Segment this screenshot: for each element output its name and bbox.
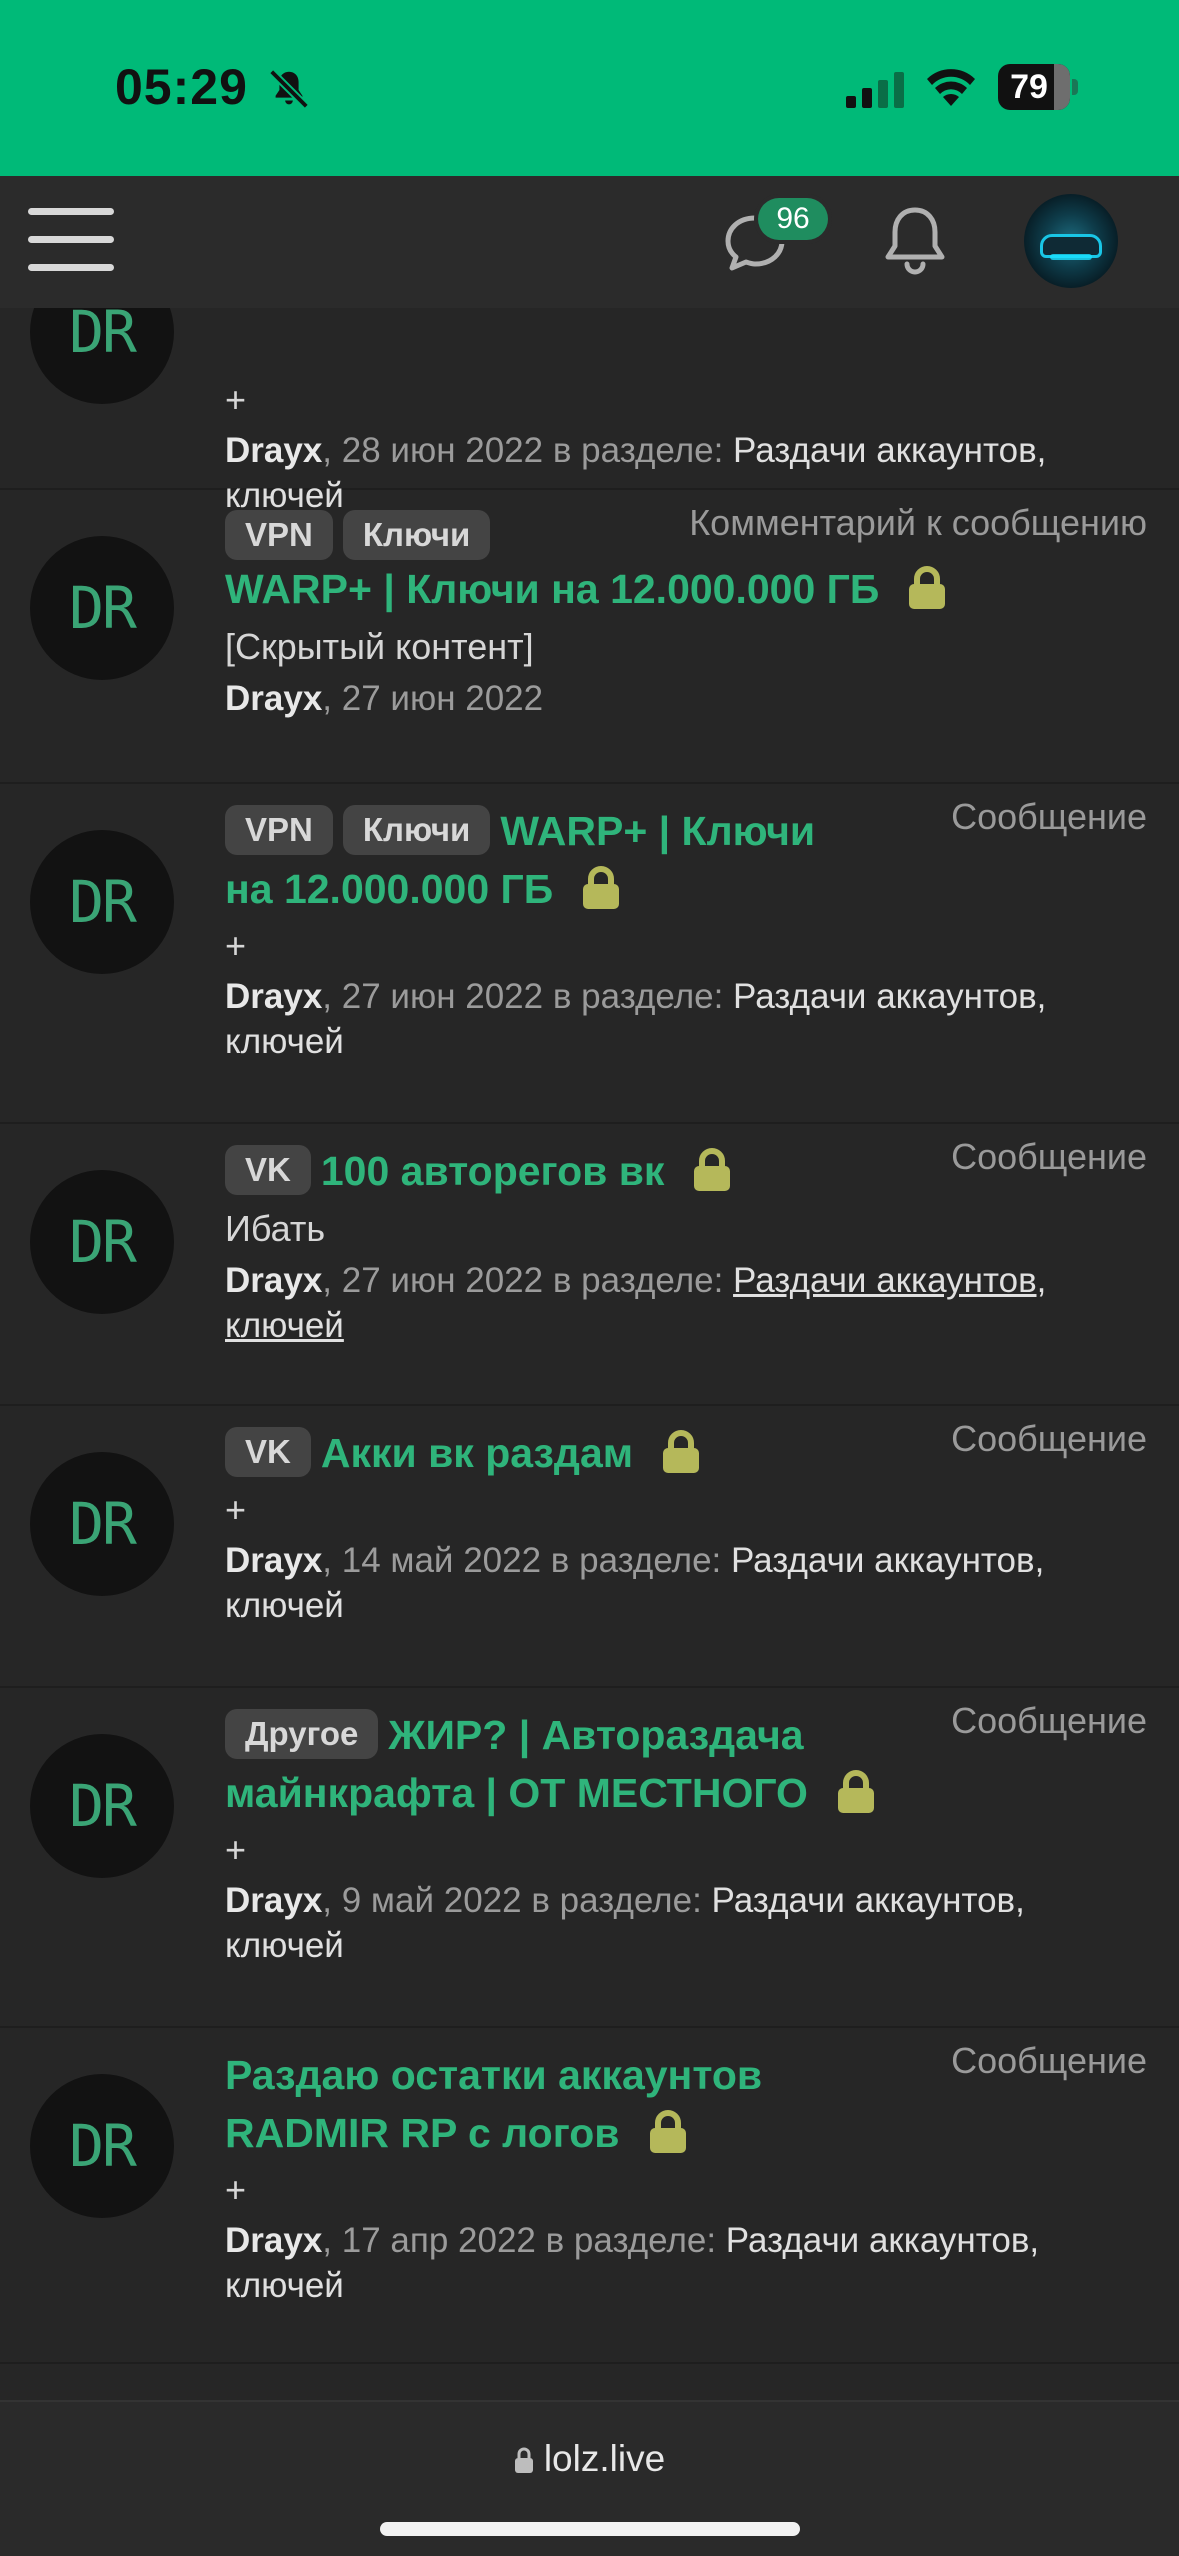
post-excerpt: + bbox=[225, 925, 247, 966]
tag-vpn[interactable]: VPN bbox=[225, 510, 333, 560]
home-indicator[interactable] bbox=[380, 2522, 800, 2536]
list-item[interactable]: DR Сообщение Раздаю остатки аккаунтов RA… bbox=[0, 2028, 1179, 2364]
author-name[interactable]: Drayx bbox=[225, 679, 322, 718]
thread-title-text[interactable]: WARP+ | Ключи bbox=[500, 808, 815, 854]
post-date: , 27 июн 2022 bbox=[322, 679, 544, 718]
lock-icon bbox=[583, 866, 620, 909]
tag-keys[interactable]: Ключи bbox=[342, 510, 491, 560]
post-date: , 27 июн 2022 в разделе: bbox=[322, 977, 734, 1016]
author-name[interactable]: Drayx bbox=[225, 1881, 322, 1920]
post-meta: Drayx, 17 апр 2022 в разделе: Раздачи ак… bbox=[225, 2218, 1145, 2308]
author-avatar[interactable]: DR bbox=[30, 308, 174, 404]
cellular-signal-icon bbox=[846, 72, 904, 108]
lock-icon bbox=[663, 1430, 700, 1473]
status-bar: 05:29 79 bbox=[0, 0, 1179, 176]
bell-off-icon bbox=[269, 69, 309, 109]
thread-title-link[interactable]: Другое ЖИР? | Автораздача майнкрафта | ОТ… bbox=[225, 1706, 1145, 1822]
author-avatar[interactable]: DR bbox=[30, 830, 174, 974]
tag-vk[interactable]: VK bbox=[225, 1427, 311, 1477]
notifications-bell-icon[interactable] bbox=[880, 202, 950, 278]
list-item[interactable]: DR Сообщение VK 100 авторегов вк Ибать Dr… bbox=[0, 1124, 1179, 1406]
post-meta: Drayx, 27 июн 2022 bbox=[225, 676, 1145, 721]
post-excerpt: + bbox=[225, 2169, 247, 2210]
thread-title-text-cont[interactable]: майнкрафта | ОТ МЕСТНОГО bbox=[225, 1770, 808, 1816]
browser-address-bar[interactable]: lolz.live bbox=[0, 2400, 1179, 2556]
author-avatar[interactable]: DR bbox=[30, 1734, 174, 1878]
thread-title-text[interactable]: WARP+ | Ключи на 12.000.000 ГБ bbox=[225, 566, 879, 612]
status-time: 05:29 bbox=[115, 59, 248, 115]
tag-vpn[interactable]: VPN bbox=[225, 805, 333, 855]
url-text[interactable]: lolz.live bbox=[544, 2438, 665, 2479]
lock-icon bbox=[837, 1770, 874, 1813]
lock-icon bbox=[514, 2447, 533, 2473]
battery-icon: 79 bbox=[998, 64, 1078, 110]
user-avatar[interactable] bbox=[1024, 194, 1118, 288]
url-field[interactable]: lolz.live bbox=[0, 2438, 1179, 2480]
author-avatar[interactable]: DR bbox=[30, 1170, 174, 1314]
author-avatar[interactable]: DR bbox=[30, 1452, 174, 1596]
battery-percent: 79 bbox=[1010, 68, 1048, 106]
lock-icon bbox=[694, 1148, 731, 1191]
tag-other[interactable]: Другое bbox=[225, 1709, 379, 1759]
list-item[interactable]: DR Комментарий к сообщению VPN Ключи WARP… bbox=[0, 490, 1179, 784]
list-item[interactable]: DR Сообщение VK Акки вк раздам + Drayx, 1… bbox=[0, 1406, 1179, 1688]
activity-list: DR + Drayx, 28 июн 2022 в разделе: Разда… bbox=[0, 308, 1179, 2400]
thread-title-link[interactable]: VK 100 авторегов вк bbox=[225, 1142, 1145, 1200]
lock-icon bbox=[649, 2110, 686, 2153]
post-date: , 9 май 2022 в разделе: bbox=[322, 1881, 712, 1920]
post-date: , 28 июн 2022 в разделе: bbox=[322, 431, 734, 470]
tag-keys[interactable]: Ключи bbox=[342, 805, 491, 855]
post-meta: Drayx, 27 июн 2022 в разделе: Раздачи ак… bbox=[225, 974, 1145, 1064]
thread-title-link[interactable]: Раздаю остатки аккаунтов RADMIR RP с лог… bbox=[225, 2046, 1145, 2162]
author-avatar[interactable]: DR bbox=[30, 536, 174, 680]
post-meta: Drayx, 27 июн 2022 в разделе: Раздачи ак… bbox=[225, 1258, 1145, 1348]
thread-title-text-cont[interactable]: RADMIR RP с логов bbox=[225, 2110, 620, 2156]
messages-badge[interactable]: 96 bbox=[758, 198, 828, 240]
thread-title-link[interactable]: VPN Ключи WARP+ | Ключи на 12.000.000 ГБ bbox=[225, 802, 1145, 918]
thread-title-link[interactable]: VK Акки вк раздам bbox=[225, 1424, 1145, 1482]
author-name[interactable]: Drayx bbox=[225, 977, 322, 1016]
post-date: , 27 июн 2022 в разделе: bbox=[322, 1261, 734, 1300]
menu-icon[interactable] bbox=[28, 204, 114, 276]
thread-title-text[interactable]: ЖИР? | Автораздача bbox=[388, 1712, 803, 1758]
post-date: , 14 май 2022 в разделе: bbox=[322, 1541, 731, 1580]
thread-title-text[interactable]: Раздаю остатки аккаунтов bbox=[225, 2052, 762, 2098]
lock-icon bbox=[909, 566, 946, 609]
author-name[interactable]: Drayx bbox=[225, 1541, 322, 1580]
list-item[interactable]: DR Сообщение Другое ЖИР? | Автораздача ма… bbox=[0, 1688, 1179, 2028]
thread-title-link[interactable]: WARP+ | Ключи на 12.000.000 ГБ bbox=[225, 560, 1145, 618]
post-date: , 17 апр 2022 в разделе: bbox=[322, 2221, 726, 2260]
list-item[interactable]: DR + Drayx, 28 июн 2022 в разделе: Разда… bbox=[0, 308, 1179, 515]
post-excerpt: + bbox=[225, 379, 247, 420]
author-name[interactable]: Drayx bbox=[225, 2221, 322, 2260]
author-avatar[interactable]: DR bbox=[30, 2074, 174, 2218]
post-excerpt: + bbox=[225, 1489, 247, 1530]
thread-title-text-cont[interactable]: на 12.000.000 ГБ bbox=[225, 866, 553, 912]
top-navbar: 96 bbox=[0, 176, 1179, 308]
author-name[interactable]: Drayx bbox=[225, 431, 322, 470]
post-excerpt: + bbox=[225, 1829, 247, 1870]
wifi-icon bbox=[927, 69, 975, 106]
post-excerpt: [Скрытый контент] bbox=[225, 626, 534, 667]
post-meta: Drayx, 14 май 2022 в разделе: Раздачи ак… bbox=[225, 1538, 1145, 1628]
list-item[interactable]: DR Сообщение VPN Ключи WARP+ | Ключи на 12… bbox=[0, 784, 1179, 1124]
thread-title-text[interactable]: Акки вк раздам bbox=[321, 1430, 633, 1476]
post-excerpt: Ибать bbox=[225, 1208, 326, 1249]
thread-title-text[interactable]: 100 авторегов вк bbox=[321, 1148, 665, 1194]
author-name[interactable]: Drayx bbox=[225, 1261, 322, 1300]
tag-vk[interactable]: VK bbox=[225, 1145, 311, 1195]
post-meta: Drayx, 9 май 2022 в разделе: Раздачи акк… bbox=[225, 1878, 1145, 1968]
